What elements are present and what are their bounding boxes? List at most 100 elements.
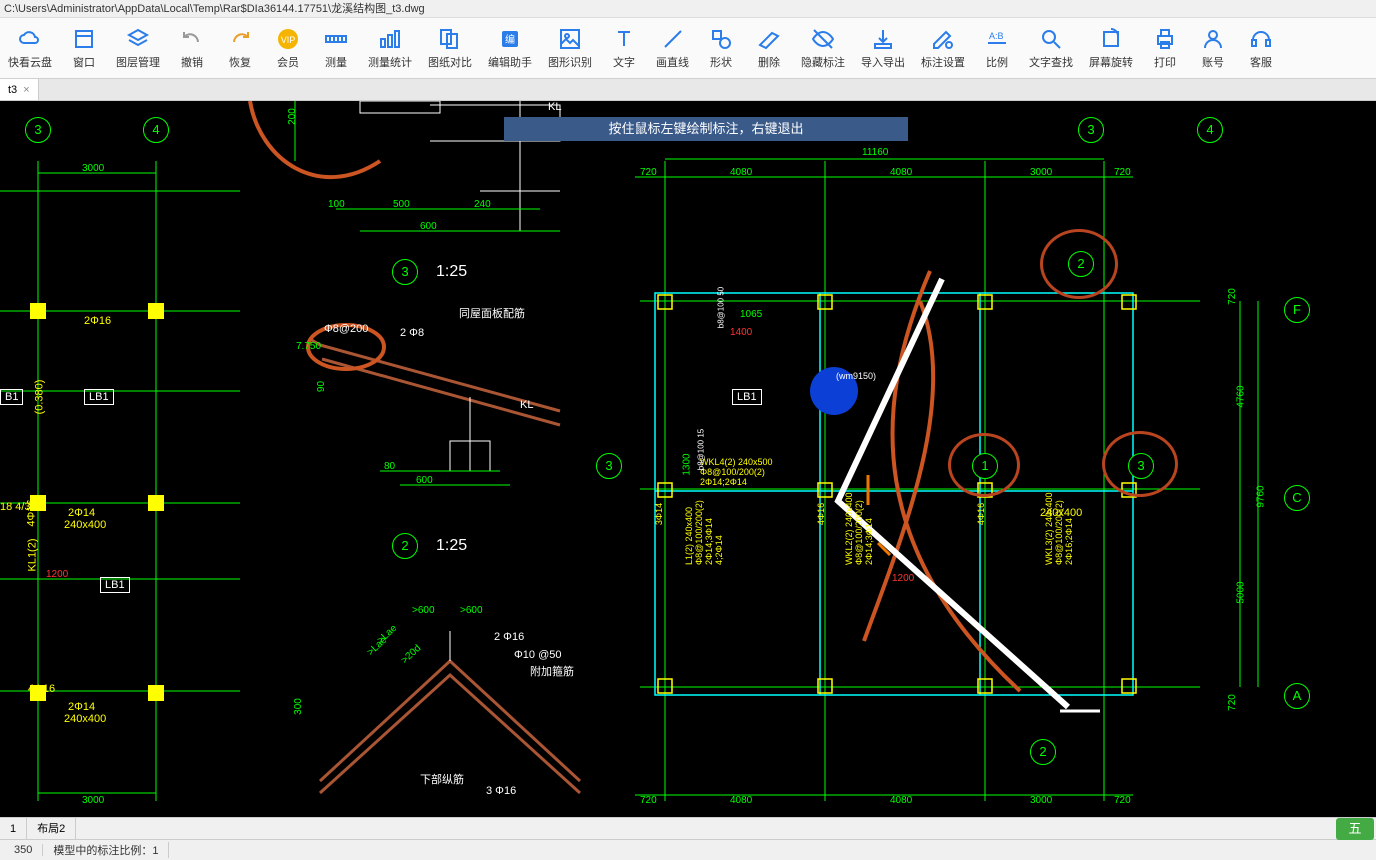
measure-button[interactable]: 测量 (312, 18, 360, 78)
dim-500: 500 (393, 199, 410, 210)
compare-icon (438, 27, 462, 51)
txt-0380: (0.380) (33, 380, 45, 415)
slab-label-B1: B1 (0, 389, 23, 405)
grid-bubble-1: 1 (972, 453, 998, 479)
print-icon (1153, 27, 1177, 51)
tab-label: t3 (8, 79, 17, 101)
svg-text:编: 编 (505, 33, 515, 46)
dim-7750: 7.750 (296, 341, 321, 352)
service-button[interactable]: 客服 (1237, 18, 1285, 78)
txt-2416: 2Φ16 (84, 315, 111, 327)
toolbar-label: 图形识别 (548, 54, 592, 70)
dim-300: 300 (293, 698, 304, 715)
dim-11160: 11160 (862, 147, 888, 158)
dim-200v: 200 (287, 108, 298, 125)
txt-fujia: 附加箍筋 (530, 663, 574, 679)
undo-button[interactable]: 撤销 (168, 18, 216, 78)
grid-bubble-4: 4 (143, 117, 169, 143)
dim-1065: 1065 (740, 309, 762, 320)
txt-4416: 4Φ16 (26, 499, 38, 526)
grid-bubble-A: A (1284, 683, 1310, 709)
layout-tab-2[interactable]: 布局2 (27, 818, 76, 839)
toolbar-label: 画直线 (656, 54, 689, 70)
cloud-button[interactable]: 快看云盘 (0, 18, 60, 78)
svg-text:A:B: A:B (989, 31, 1004, 41)
txt-4416r2: 4Φ16 (976, 503, 986, 525)
txt-roof: 同屋面板配筋 (459, 305, 525, 321)
rebar-2-8: 2 Φ8 (400, 327, 424, 339)
redo-icon (228, 27, 252, 51)
undo-icon (180, 27, 204, 51)
window-button[interactable]: 窗口 (60, 18, 108, 78)
txt-240400b: 240x400 (64, 713, 106, 725)
toolbar-label: 文字查找 (1029, 54, 1073, 70)
account-button[interactable]: 账号 (1189, 18, 1237, 78)
hint-message: 按住鼠标左键绘制标注，右键退出 (504, 117, 908, 141)
svg-text:VIP: VIP (281, 35, 296, 45)
text-search-icon (1039, 27, 1063, 51)
dim-4080b: 4080 (890, 167, 912, 178)
delete-button[interactable]: 删除 (745, 18, 793, 78)
text-search-button[interactable]: 文字查找 (1021, 18, 1081, 78)
grid-bubble-3m: 3 (596, 453, 622, 479)
dim-ge600-2: >600 (460, 605, 483, 616)
compare-button[interactable]: 图纸对比 (420, 18, 480, 78)
toolbar-label: 标注设置 (921, 54, 965, 70)
txt-240x400r: 240x400 (1040, 507, 1082, 519)
detail-bubble-3: 3 (392, 259, 418, 285)
text-icon (612, 27, 636, 51)
redo-button[interactable]: 恢复 (216, 18, 264, 78)
dim-240: 240 (474, 199, 491, 210)
dim-1200: 1200 (892, 573, 914, 584)
service-icon (1249, 27, 1273, 51)
rotate-button[interactable]: 屏幕旋转 (1081, 18, 1141, 78)
toolbar-label: 隐藏标注 (801, 54, 845, 70)
layers-button[interactable]: 图层管理 (108, 18, 168, 78)
dim-1400: 1400 (730, 327, 752, 338)
line-icon (661, 27, 685, 51)
close-icon[interactable]: × (23, 79, 29, 101)
window-icon (72, 27, 96, 51)
drawing-canvas[interactable]: 按住鼠标左键绘制标注，右键退出 (0, 101, 1376, 817)
dim-3000b: 3000 (82, 795, 104, 806)
measure-stats-button[interactable]: 测量统计 (360, 18, 420, 78)
edit-helper-button[interactable]: 编编辑助手 (480, 18, 540, 78)
txt-b8-15: b8@100 15 (696, 429, 705, 471)
dim-90: 90 (316, 381, 327, 392)
txt-4416r: 4Φ16 (816, 503, 826, 525)
grid-bubble-F: F (1284, 297, 1310, 323)
dim-720rb: 720 (1114, 795, 1131, 806)
toolbar-label: 导入导出 (861, 54, 905, 70)
annot-settings-button[interactable]: 标注设置 (913, 18, 973, 78)
dim-5000: 5000 (1236, 581, 1247, 603)
txt-b8-50: b8@100 50 (716, 287, 725, 329)
title-bar: C:\Users\Administrator\AppData\Local\Tem… (0, 0, 1376, 18)
dim-4080b2: 4080 (890, 795, 912, 806)
grid-bubble-2: 2 (1068, 251, 1094, 277)
txt-wm150: (wm9150) (836, 371, 876, 381)
grid-bubble-3: 3 (25, 117, 51, 143)
text-button[interactable]: 文字 (600, 18, 648, 78)
toolbar-label: 删除 (758, 54, 780, 70)
import-export-icon (871, 27, 895, 51)
tab-t3[interactable]: t3 × (0, 79, 39, 100)
dim-720rs: 720 (1227, 288, 1238, 305)
toolbar-label: 快看云盘 (8, 54, 52, 70)
line-button[interactable]: 画直线 (648, 18, 697, 78)
shape-button[interactable]: 形状 (697, 18, 745, 78)
import-export-button[interactable]: 导入导出 (853, 18, 913, 78)
hide-annot-button[interactable]: 隐藏标注 (793, 18, 853, 78)
print-button[interactable]: 打印 (1141, 18, 1189, 78)
recognize-button[interactable]: 图形识别 (540, 18, 600, 78)
txt-2414a: 2Φ14 (68, 507, 95, 519)
vip-button[interactable]: VIP 会员 (264, 18, 312, 78)
scale-button[interactable]: A:B比例 (973, 18, 1021, 78)
toolbar-label: 会员 (277, 54, 299, 70)
scale-label-2: 1:25 (436, 537, 467, 555)
status-scale: 模型中的标注比例：1 (43, 842, 169, 858)
layout-tab-1[interactable]: 1 (0, 818, 27, 839)
scale-label-1: 1:25 (436, 263, 467, 281)
txt-KL: KL (520, 399, 533, 411)
toolbar-label: 打印 (1154, 54, 1176, 70)
scale-icon: A:B (985, 27, 1009, 51)
